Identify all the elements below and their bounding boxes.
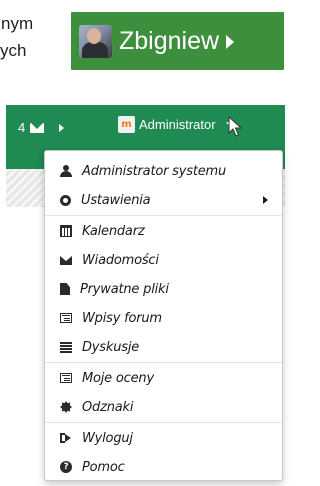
user-dropdown-toggle[interactable]: m Administrator [118, 116, 234, 133]
menu-item-label: Kalendarz [82, 223, 145, 239]
user-menu-button[interactable]: Zbigniew [71, 12, 284, 70]
user-icon [60, 165, 72, 177]
user-name: Zbigniew [119, 27, 220, 55]
caret-right-icon [59, 123, 65, 132]
background-text-line-2: ych [0, 41, 27, 60]
user-menu-label: Administrator [139, 117, 216, 132]
divider [45, 362, 282, 363]
menu-item-label: Pomoc [82, 459, 125, 475]
menu-item-wiadomosci[interactable]: Wiadomości [45, 246, 282, 274]
menu-item-label: Prywatne pliki [80, 281, 169, 297]
menu-item-administrator-systemu[interactable]: Administrator systemu [45, 157, 282, 185]
menu-item-wpisy-forum[interactable]: Wpisy forum [45, 304, 282, 332]
message-count: 4 [18, 120, 26, 135]
menu-item-odznaki[interactable]: Odznaki [45, 393, 282, 421]
menu-item-ustawienia[interactable]: Ustawienia [45, 186, 282, 214]
badge-icon [60, 401, 72, 413]
list-alt-icon [60, 313, 72, 323]
sign-out-icon [60, 432, 72, 444]
avatar [79, 24, 112, 58]
menu-item-moje-oceny[interactable]: Moje oceny [45, 364, 282, 392]
list-icon [60, 341, 72, 353]
file-icon [60, 283, 70, 295]
menu-item-label: Wpisy forum [82, 310, 162, 326]
menu-item-label: Moje oceny [82, 370, 154, 386]
question-circle-icon: ? [60, 461, 72, 473]
envelope-icon [30, 122, 45, 133]
menu-item-kalendarz[interactable]: Kalendarz [45, 217, 282, 245]
menu-item-label: Wyloguj [82, 430, 133, 446]
caret-right-icon [226, 35, 235, 49]
divider [45, 422, 282, 423]
menu-item-wyloguj[interactable]: Wyloguj [45, 424, 282, 452]
background-text-line-1: nym [1, 14, 34, 33]
menu-item-label: Wiadomości [82, 252, 159, 268]
user-dropdown-menu: Administrator systemu Ustawienia Kalenda… [44, 150, 283, 481]
divider [45, 215, 282, 216]
menu-item-label: Dyskusje [82, 339, 140, 355]
submenu-arrow-icon [263, 196, 268, 204]
mouse-cursor-icon [228, 116, 243, 137]
menu-item-pomoc[interactable]: ? Pomoc [45, 453, 282, 481]
menu-item-label: Ustawienia [81, 192, 151, 208]
menu-item-dyskusje[interactable]: Dyskusje [45, 333, 282, 361]
list-alt-icon [60, 373, 72, 383]
menu-item-prywatne-pliki[interactable]: Prywatne pliki [45, 275, 282, 303]
menu-item-label: Odznaki [82, 399, 134, 415]
moodle-logo-icon: m [118, 116, 135, 133]
gear-icon [60, 194, 71, 206]
menu-item-label: Administrator systemu [82, 163, 227, 179]
messages-popover-toggle[interactable]: 4 [18, 120, 65, 135]
calendar-icon [60, 225, 72, 237]
envelope-icon [60, 256, 72, 265]
